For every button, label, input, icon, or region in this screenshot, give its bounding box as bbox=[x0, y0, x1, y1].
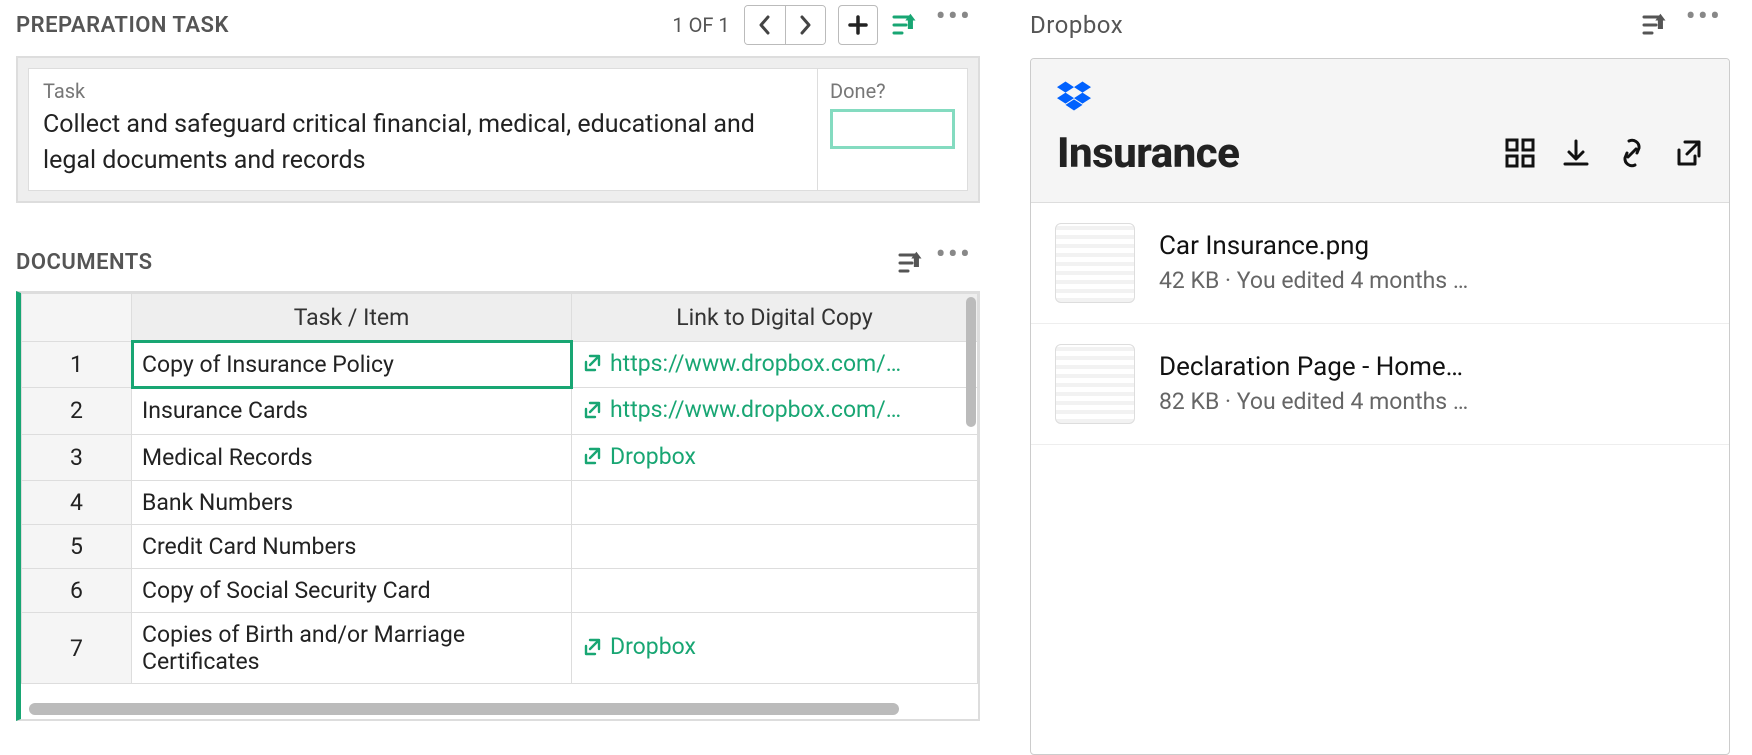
item-cell[interactable]: Insurance Cards bbox=[132, 388, 572, 435]
download-button[interactable] bbox=[1561, 138, 1591, 168]
record-counter: 1 OF 1 bbox=[672, 13, 729, 37]
prev-record-button[interactable] bbox=[745, 6, 785, 44]
documents-header: DOCUMENTS ••• bbox=[16, 243, 980, 283]
add-record-button[interactable] bbox=[838, 5, 878, 45]
col-header-link[interactable]: Link to Digital Copy bbox=[572, 293, 978, 341]
link-cell[interactable] bbox=[572, 525, 978, 569]
table-header-row: Task / Item Link to Digital Copy bbox=[22, 293, 978, 341]
file-name: Car Insurance.png bbox=[1159, 231, 1468, 261]
digital-copy-link[interactable]: Dropbox bbox=[582, 443, 696, 470]
external-link-icon bbox=[582, 400, 602, 420]
done-checkbox[interactable] bbox=[830, 109, 955, 149]
open-external-button[interactable] bbox=[1673, 138, 1703, 168]
file-meta: 82 KB · You edited 4 months … bbox=[1159, 388, 1468, 415]
col-header-item[interactable]: Task / Item bbox=[132, 293, 572, 341]
item-cell[interactable]: Copy of Social Security Card bbox=[132, 569, 572, 613]
vertical-scrollbar[interactable] bbox=[966, 297, 976, 427]
row-number[interactable]: 4 bbox=[22, 481, 132, 525]
task-text: Collect and safeguard critical financial… bbox=[43, 107, 803, 180]
documents-title: DOCUMENTS bbox=[16, 250, 890, 275]
file-meta: 42 KB · You edited 4 months … bbox=[1159, 267, 1468, 294]
link-cell[interactable]: Dropbox bbox=[572, 434, 978, 481]
record-nav bbox=[744, 5, 826, 45]
row-number-header[interactable] bbox=[22, 293, 132, 341]
link-cell[interactable]: https://www.dropbox.com/… bbox=[572, 341, 978, 388]
table-row[interactable]: 3Medical Records Dropbox bbox=[22, 434, 978, 481]
horizontal-scrollbar[interactable] bbox=[29, 703, 899, 715]
row-number[interactable]: 2 bbox=[22, 388, 132, 435]
table-row[interactable]: 2Insurance Cards https://www.dropbox.com/… bbox=[22, 388, 978, 435]
done-cell: Done? bbox=[817, 69, 967, 190]
table-row[interactable]: 6Copy of Social Security Card bbox=[22, 569, 978, 613]
table-row[interactable]: 4Bank Numbers bbox=[22, 481, 978, 525]
digital-copy-link[interactable]: https://www.dropbox.com/… bbox=[582, 350, 901, 377]
filter-icon[interactable] bbox=[898, 250, 928, 276]
row-number[interactable]: 5 bbox=[22, 525, 132, 569]
dropbox-logo-icon bbox=[1057, 81, 1091, 111]
row-number[interactable]: 3 bbox=[22, 434, 132, 481]
dropbox-pane-title: Dropbox bbox=[1030, 11, 1628, 39]
external-link-icon bbox=[582, 353, 602, 373]
digital-copy-link[interactable]: https://www.dropbox.com/… bbox=[582, 396, 901, 423]
table-row[interactable]: 7Copies of Birth and/or Marriage Certifi… bbox=[22, 613, 978, 684]
next-record-button[interactable] bbox=[785, 6, 825, 44]
table-row[interactable]: 5Credit Card Numbers bbox=[22, 525, 978, 569]
external-link-icon bbox=[582, 446, 602, 466]
link-cell[interactable]: Dropbox bbox=[572, 613, 978, 684]
row-number[interactable]: 6 bbox=[22, 569, 132, 613]
item-cell[interactable]: Medical Records bbox=[132, 434, 572, 481]
prep-header: PREPARATION TASK 1 OF 1 ••• bbox=[16, 0, 980, 50]
item-cell[interactable]: Bank Numbers bbox=[132, 481, 572, 525]
link-cell[interactable] bbox=[572, 569, 978, 613]
dropbox-panel: Insurance bbox=[1030, 58, 1730, 755]
dropbox-file-item[interactable]: Declaration Page - Home… 82 KB · You edit… bbox=[1031, 324, 1729, 445]
item-cell[interactable]: Credit Card Numbers bbox=[132, 525, 572, 569]
table-row[interactable]: 1Copy of Insurance Policy https://www.dro… bbox=[22, 341, 978, 388]
task-cell[interactable]: Task Collect and safeguard critical fina… bbox=[29, 69, 817, 190]
documents-table: Task / Item Link to Digital Copy 1Copy o… bbox=[16, 291, 980, 721]
file-thumbnail bbox=[1055, 223, 1135, 303]
link-cell[interactable]: https://www.dropbox.com/… bbox=[572, 388, 978, 435]
filter-icon[interactable] bbox=[1642, 12, 1672, 38]
file-name: Declaration Page - Home… bbox=[1159, 352, 1468, 382]
grid-view-button[interactable] bbox=[1505, 138, 1535, 168]
row-number[interactable]: 1 bbox=[22, 341, 132, 388]
dropbox-folder-title: Insurance bbox=[1057, 129, 1239, 178]
prep-title: PREPARATION TASK bbox=[16, 13, 666, 38]
row-number[interactable]: 7 bbox=[22, 613, 132, 684]
done-label: Done? bbox=[830, 79, 955, 103]
link-cell[interactable] bbox=[572, 481, 978, 525]
filter-icon[interactable] bbox=[892, 12, 922, 38]
task-label: Task bbox=[43, 79, 803, 103]
item-cell[interactable]: Copies of Birth and/or Marriage Certific… bbox=[132, 613, 572, 684]
digital-copy-link[interactable]: Dropbox bbox=[582, 633, 696, 660]
copy-link-button[interactable] bbox=[1617, 137, 1647, 169]
prep-card: Task Collect and safeguard critical fina… bbox=[16, 56, 980, 203]
dropbox-header: Dropbox ••• bbox=[1030, 0, 1730, 50]
dropbox-file-item[interactable]: Car Insurance.png 42 KB · You edited 4 mo… bbox=[1031, 203, 1729, 324]
item-cell[interactable]: Copy of Insurance Policy bbox=[132, 341, 572, 388]
file-thumbnail bbox=[1055, 344, 1135, 424]
external-link-icon bbox=[582, 637, 602, 657]
